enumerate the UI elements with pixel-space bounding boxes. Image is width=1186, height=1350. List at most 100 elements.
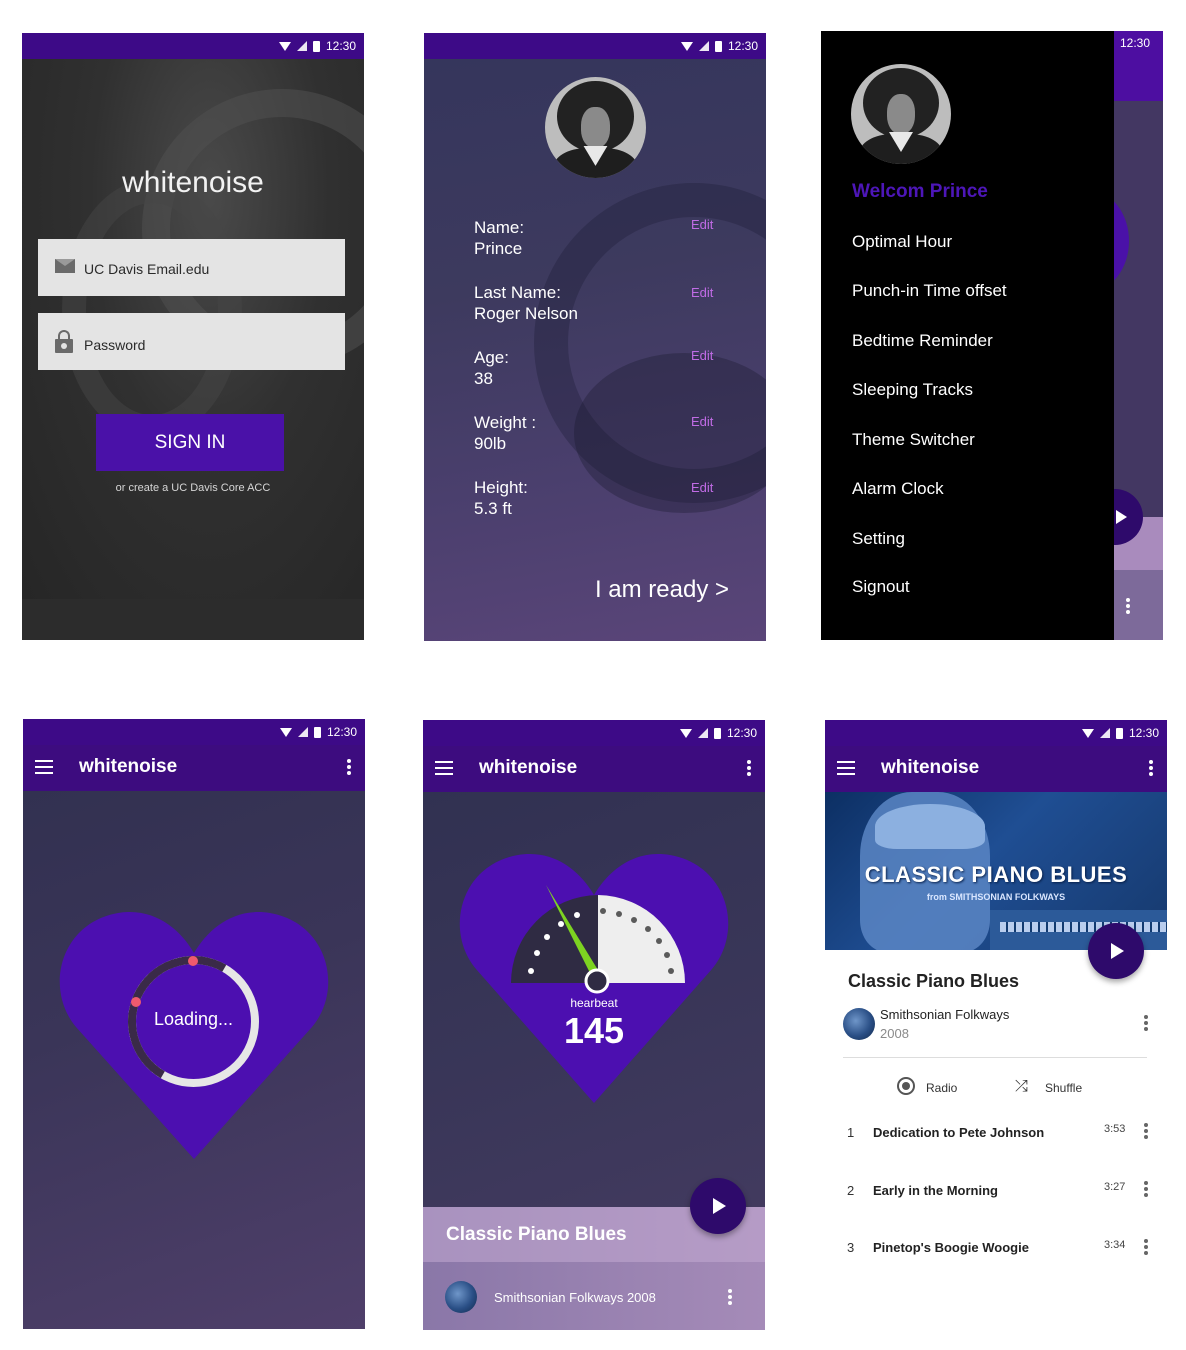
profile-field-label: Age: [474, 348, 509, 367]
email-field[interactable]: UC Davis Email.edu [38, 239, 345, 296]
lock-icon [55, 330, 73, 353]
create-account-link[interactable]: or create a UC Davis Core ACC [22, 482, 364, 494]
edit-name-button[interactable]: Edit [691, 217, 713, 232]
more-vert-icon[interactable] [347, 759, 351, 777]
edit-last-name-button[interactable]: Edit [691, 285, 713, 300]
profile-last-name: Last Name: Roger Nelson [474, 282, 578, 324]
drawer-screen: 12:30 Welcom Prince Optimal Hour Punch-i… [821, 31, 1163, 640]
status-bar: 12:30 [22, 33, 364, 59]
password-placeholder: Password [84, 337, 146, 353]
play-button[interactable] [1088, 923, 1144, 979]
wifi-icon [278, 41, 291, 51]
more-vert-icon[interactable] [1144, 1181, 1148, 1199]
edit-height-button[interactable]: Edit [691, 480, 713, 495]
wifi-icon [279, 727, 292, 737]
artist-name: Smithsonian Folkways [880, 1007, 1010, 1022]
profile-field-value: 5.3 ft [474, 499, 512, 518]
album-screen: 12:30 whitenoise CLASSIC PIANO BLUES fro… [825, 720, 1167, 1330]
status-time: 12:30 [727, 39, 758, 53]
battery-icon [1115, 727, 1123, 739]
status-bar: 12:30 [423, 720, 765, 746]
signal-icon [1099, 728, 1110, 738]
password-field[interactable]: Password [38, 313, 345, 370]
profile-field-label: Name: [474, 218, 525, 237]
app-logo-text: whitenoise [122, 166, 264, 199]
album-title: Classic Piano Blues [848, 971, 1020, 991]
album-year: 2008 [880, 1026, 909, 1041]
menu-item-setting[interactable]: Setting [852, 529, 905, 549]
play-button[interactable] [690, 1178, 746, 1234]
more-vert-icon[interactable] [747, 760, 751, 778]
menu-item-theme-switcher[interactable]: Theme Switcher [852, 430, 975, 450]
sign-in-button[interactable]: SIGN IN [96, 414, 284, 471]
battery-icon [713, 727, 721, 739]
more-vert-icon[interactable] [728, 1289, 732, 1307]
artist-thumbnail [843, 1008, 875, 1040]
more-vert-icon[interactable] [1126, 598, 1130, 616]
radio-button-label[interactable]: Radio [926, 1081, 957, 1095]
radio-icon[interactable] [897, 1077, 915, 1095]
heartbeat-screen: 12:30 whitenoise hearbeat 145 Classic Pi… [423, 720, 765, 1330]
loading-text: Loading... [153, 1009, 234, 1029]
menu-icon[interactable] [837, 761, 855, 775]
profile-screen: 12:30 Name: Prince Edit Last Name: Roger… [424, 33, 766, 641]
menu-item-punch-in-time-offset[interactable]: Punch-in Time offset [852, 281, 1007, 301]
avatar[interactable] [545, 77, 646, 178]
track-duration: 3:34 [1104, 1239, 1126, 1251]
signal-icon [697, 728, 708, 738]
battery-icon [714, 40, 722, 52]
login-screen: 12:30 whitenoise UC Davis Email.edu Pass… [22, 33, 364, 640]
more-vert-icon[interactable] [1144, 1015, 1148, 1033]
more-vert-icon[interactable] [1144, 1239, 1148, 1257]
profile-field-value: 38 [474, 369, 493, 388]
status-time: 12:30 [1119, 36, 1150, 50]
menu-item-optimal-hour[interactable]: Optimal Hour [852, 232, 952, 252]
profile-field-value: Roger Nelson [474, 304, 578, 323]
edit-weight-button[interactable]: Edit [691, 414, 713, 429]
status-time: 12:30 [326, 725, 357, 739]
track-duration: 3:53 [1104, 1123, 1126, 1135]
menu-icon[interactable] [435, 761, 453, 775]
status-bar: 12:30 [424, 33, 766, 59]
play-icon [1111, 943, 1124, 959]
profile-height: Height: 5.3 ft [474, 477, 528, 519]
mail-icon [55, 259, 75, 273]
track-number: 2 [847, 1183, 855, 1198]
status-time: 12:30 [1128, 726, 1159, 740]
app-title: whitenoise [479, 757, 578, 778]
track-title: Early in the Morning [873, 1183, 998, 1198]
more-vert-icon[interactable] [1149, 760, 1153, 778]
loading-dot [131, 997, 141, 1007]
menu-item-alarm-clock[interactable]: Alarm Clock [852, 479, 944, 499]
signal-icon [297, 727, 308, 737]
battery-icon [312, 40, 320, 52]
now-playing-subtitle: Smithsonian Folkways 2008 [494, 1290, 656, 1305]
more-vert-icon[interactable] [1144, 1123, 1148, 1141]
avatar[interactable] [851, 64, 951, 164]
wifi-icon [680, 41, 693, 51]
battery-icon [313, 726, 321, 738]
play-icon [713, 1198, 726, 1214]
album-thumbnail [445, 1281, 477, 1313]
app-bar: whitenoise [23, 745, 365, 791]
menu-item-signout[interactable]: Signout [852, 577, 910, 597]
status-bar: 12:30 [23, 719, 365, 745]
ready-button[interactable]: I am ready > [595, 576, 729, 604]
menu-icon[interactable] [35, 760, 53, 774]
cover-title: CLASSIC PIANO BLUES [864, 862, 1128, 887]
profile-field-label: Height: [474, 478, 528, 497]
track-title: Pinetop's Boogie Woogie [873, 1240, 1029, 1255]
cover-subtitle: from SMITHSONIAN FOLKWAYS [926, 892, 1066, 902]
menu-item-bedtime-reminder[interactable]: Bedtime Reminder [852, 331, 993, 351]
profile-name: Name: Prince [474, 217, 524, 259]
shuffle-icon[interactable]: ⤮ [1015, 1078, 1035, 1094]
edit-age-button[interactable]: Edit [691, 348, 713, 363]
wifi-icon [1081, 728, 1094, 738]
heartbeat-gauge [511, 885, 685, 994]
track-number: 3 [847, 1240, 855, 1255]
email-placeholder: UC Davis Email.edu [84, 261, 210, 277]
signal-icon [698, 41, 709, 51]
shuffle-button-label[interactable]: Shuffle [1045, 1081, 1082, 1095]
track-number: 1 [847, 1125, 855, 1140]
menu-item-sleeping-tracks[interactable]: Sleeping Tracks [852, 380, 973, 400]
